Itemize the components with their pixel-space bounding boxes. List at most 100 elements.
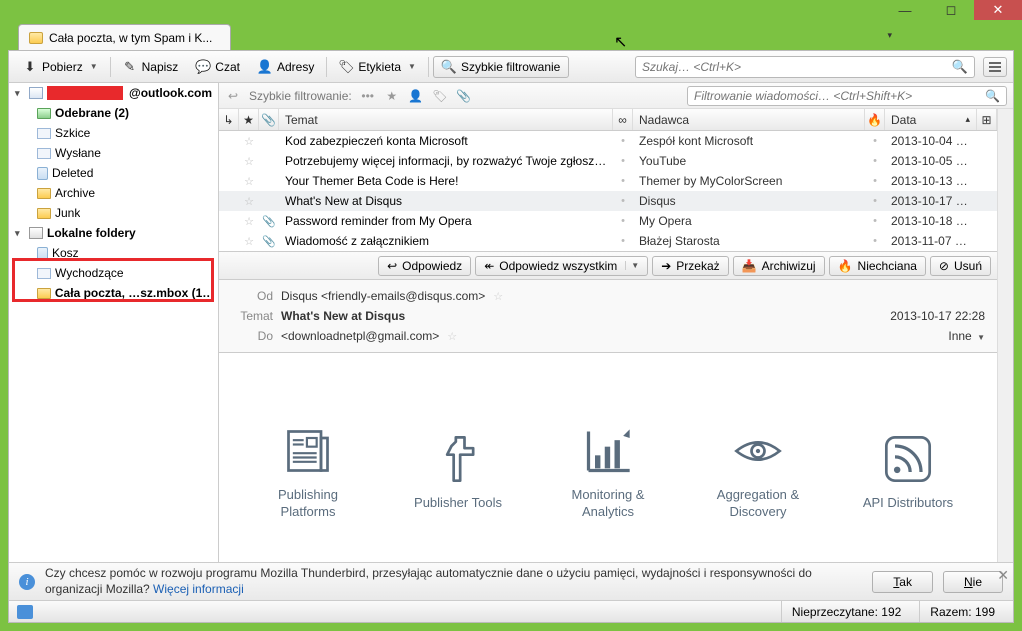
star-icon[interactable]: ☆: [239, 155, 259, 168]
msg-sender: Themer by MyColorScreen: [633, 174, 865, 188]
star-icon[interactable]: ☆: [239, 215, 259, 228]
subject-column[interactable]: Temat: [279, 109, 613, 130]
msg-date: 2013-10-18 09:41: [885, 214, 977, 228]
junk-button[interactable]: 🔥Niechciana: [829, 256, 926, 276]
read-dot: •: [613, 175, 633, 187]
contact-filter-icon[interactable]: 👤: [408, 89, 424, 103]
message-row[interactable]: ☆What's New at Disqus•Disqus•2013-10-17 …: [219, 191, 997, 211]
message-row[interactable]: ☆Kod zabezpieczeń konta Microsoft•Zespół…: [219, 131, 997, 151]
tag-button[interactable]: 🏷Etykieta▼: [331, 57, 424, 77]
get-mail-button[interactable]: ⬇Pobierz▼: [15, 57, 106, 77]
read-dot: •: [613, 215, 633, 227]
junk-col-icon[interactable]: 🔥: [865, 109, 885, 130]
folder-row[interactable]: Archive: [9, 183, 218, 203]
star-icon[interactable]: ☆: [239, 135, 259, 148]
hammer-icon: [432, 433, 484, 485]
account-row-outlook[interactable]: ▾ @outlook.com: [9, 83, 218, 103]
folder-row[interactable]: Wysłane: [9, 143, 218, 163]
scrollbar[interactable]: [997, 109, 1013, 562]
contact-star-icon[interactable]: ☆: [493, 290, 503, 303]
folder-label: Wysłane: [55, 146, 101, 160]
reply-all-button[interactable]: ↞Odpowiedz wszystkim▼: [475, 256, 648, 276]
sender-column[interactable]: Nadawca: [633, 109, 865, 130]
more-info-link[interactable]: Więcej informacji: [153, 582, 244, 596]
message-row[interactable]: ☆Potrzebujemy więcej informacji, by rozw…: [219, 151, 997, 171]
msg-subject: Kod zabezpieczeń konta Microsoft: [279, 134, 613, 148]
quick-filter-button[interactable]: 🔍Szybkie filtrowanie: [433, 56, 569, 78]
read-col-icon[interactable]: ∞: [613, 109, 633, 130]
activity-icon[interactable]: [17, 605, 33, 619]
thread-col-icon[interactable]: ↳: [219, 109, 239, 130]
msg-subject: Password reminder from My Opera: [279, 214, 613, 228]
read-dot: •: [613, 195, 633, 207]
contact-star-icon[interactable]: ☆: [447, 330, 457, 343]
info-icon: i: [19, 574, 35, 590]
chart-icon: [582, 425, 634, 477]
attachment-icon: 📎: [259, 215, 279, 228]
message-filter-search[interactable]: 🔍: [687, 86, 1007, 106]
star-filter-icon[interactable]: ★: [384, 89, 400, 103]
write-button[interactable]: ✎Napisz: [115, 57, 187, 77]
msg-subject: Wiadomość z załącznikiem: [279, 234, 613, 248]
close-button[interactable]: ✕: [974, 0, 1022, 20]
close-notification-icon[interactable]: ✕: [997, 567, 1009, 584]
search-go-icon[interactable]: 🔍: [952, 59, 968, 75]
yes-button[interactable]: Tak: [872, 571, 933, 593]
folder-icon: [29, 32, 43, 44]
star-icon[interactable]: ☆: [239, 235, 259, 248]
message-header: OdDisqus <friendly-emails@disqus.com>☆ T…: [219, 280, 997, 353]
msg-date: 2013-10-04 14:39: [885, 134, 977, 148]
reply-button[interactable]: ↩Odpowiedz: [378, 256, 471, 276]
folder-row[interactable]: Kosz: [9, 243, 218, 263]
no-button[interactable]: Nie: [943, 571, 1003, 593]
date-column[interactable]: Data▴: [885, 109, 977, 130]
feature-publishing: Publishing Platforms: [253, 425, 363, 520]
folder-row[interactable]: Junk: [9, 203, 218, 223]
msg-date: 2013-10-05 11:50: [885, 154, 977, 168]
search-input[interactable]: [642, 60, 952, 74]
unread-filter-icon[interactable]: •••: [360, 89, 376, 103]
maximize-button[interactable]: ◻: [928, 0, 974, 20]
window-tab[interactable]: Cała poczta, w tym Spam i K...: [18, 24, 231, 50]
folder-row[interactable]: Wychodzące: [9, 263, 218, 283]
star-icon[interactable]: ☆: [239, 195, 259, 208]
status-bar: Nieprzeczytane: 192 Razem: 199: [9, 600, 1013, 622]
addresses-button[interactable]: 👤Adresy: [250, 57, 322, 77]
read-dot: •: [613, 155, 633, 167]
account-row-local[interactable]: ▾ Lokalne foldery: [9, 223, 218, 243]
forward-button[interactable]: ➔Przekaż: [652, 256, 728, 276]
msg-date: 2013-11-07 15:09: [885, 234, 977, 248]
minimize-button[interactable]: —: [882, 0, 928, 20]
filter-label: Szybkie filtrowanie:: [249, 89, 352, 103]
app-menu-button[interactable]: [983, 57, 1007, 77]
archive-button[interactable]: 📥Archiwizuj: [733, 256, 825, 276]
column-picker-icon[interactable]: ⊞: [977, 109, 997, 130]
folder-label: Kosz: [52, 246, 79, 260]
folder-icon: [37, 288, 51, 299]
folder-row[interactable]: Odebrane (2): [9, 103, 218, 123]
attach-col-icon[interactable]: 📎: [259, 109, 279, 130]
tag-filter-icon[interactable]: 🏷: [432, 89, 448, 103]
star-col-icon[interactable]: ★: [239, 109, 259, 130]
delete-button[interactable]: ⊘Usuń: [930, 256, 991, 276]
star-icon[interactable]: ☆: [239, 175, 259, 188]
notification-text: Czy chcesz pomóc w rozwoju programu Mozi…: [45, 566, 862, 597]
tab-menu-caret[interactable]: ▾: [887, 30, 892, 41]
message-row[interactable]: ☆Your Themer Beta Code is Here!•Themer b…: [219, 171, 997, 191]
folder-row[interactable]: Cała poczta, …sz.mbox (192): [9, 283, 218, 303]
filter-search-input[interactable]: [694, 89, 985, 103]
other-actions[interactable]: Inne ▼: [948, 329, 985, 343]
archive-icon: 📥: [742, 259, 757, 273]
global-search[interactable]: 🔍: [635, 56, 975, 78]
attachment-filter-icon[interactable]: 📎: [456, 89, 472, 103]
chat-button[interactable]: 💬Czat: [188, 57, 248, 77]
back-arrow-icon[interactable]: ↩: [225, 89, 241, 103]
filter-search-go-icon[interactable]: 🔍: [985, 89, 1000, 103]
mail-account-icon: [29, 87, 43, 99]
message-row[interactable]: ☆📎Password reminder from My Opera•My Ope…: [219, 211, 997, 231]
draft-icon: [37, 128, 51, 139]
message-row[interactable]: ☆📎Wiadomość z załącznikiem•Błażej Staros…: [219, 231, 997, 251]
folder-row[interactable]: Deleted: [9, 163, 218, 183]
feature-analytics: Monitoring & Analytics: [553, 425, 663, 520]
folder-row[interactable]: Szkice: [9, 123, 218, 143]
